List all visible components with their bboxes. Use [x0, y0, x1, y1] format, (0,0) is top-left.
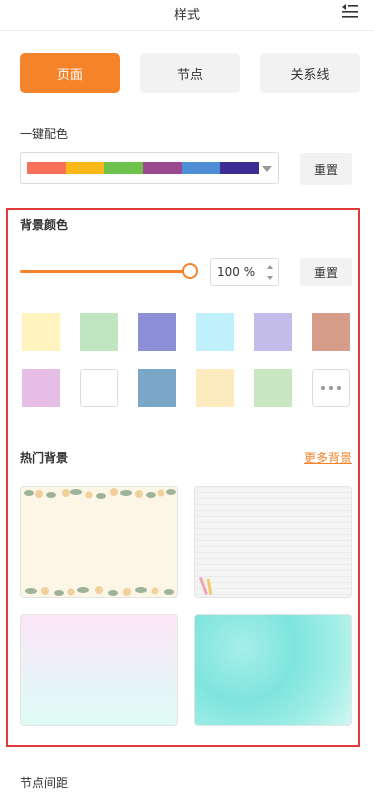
one-click-color-label: 一键配色 — [20, 127, 69, 141]
color-swatch[interactable] — [138, 369, 176, 407]
palette-color-segment — [104, 162, 144, 174]
color-swatch[interactable] — [196, 369, 234, 407]
color-swatch[interactable] — [254, 369, 292, 407]
more-backgrounds-link[interactable]: 更多背景 — [304, 449, 352, 466]
color-swatch[interactable] — [254, 313, 292, 351]
background-color-label: 背景颜色 — [20, 218, 69, 232]
palette-reset-button[interactable]: 重置 — [300, 153, 352, 185]
decrement-icon[interactable] — [267, 276, 273, 280]
color-swatch[interactable] — [80, 313, 118, 351]
background-card-pink-gradient[interactable] — [20, 614, 178, 726]
chevron-down-icon — [262, 166, 272, 172]
tab-relation-line[interactable]: 关系线 — [260, 53, 360, 93]
opacity-slider-track[interactable] — [20, 270, 190, 273]
panel-title: 样式 — [173, 8, 200, 23]
color-swatch[interactable] — [312, 313, 350, 351]
background-card-paper[interactable] — [194, 486, 352, 598]
more-colors-button[interactable] — [312, 369, 350, 407]
palette-color-segment — [65, 162, 105, 174]
background-card-floral[interactable] — [20, 486, 178, 598]
color-swatch[interactable] — [22, 369, 60, 407]
tab-page[interactable]: 页面 — [20, 53, 120, 93]
tab-node[interactable]: 节点 — [140, 53, 240, 93]
palette-select[interactable] — [20, 152, 279, 184]
palette-color-segment — [181, 162, 221, 174]
color-swatch[interactable] — [138, 313, 176, 351]
hot-backgrounds-label: 热门背景 — [20, 451, 69, 465]
color-swatch[interactable] — [196, 313, 234, 351]
increment-icon[interactable] — [267, 265, 273, 269]
palette-color-segment — [220, 162, 260, 174]
collapse-panel-icon[interactable] — [340, 3, 360, 21]
header-divider — [0, 30, 374, 31]
background-card-cyan-watercolor[interactable] — [194, 614, 352, 726]
opacity-value: 100 % — [217, 265, 256, 279]
opacity-input[interactable]: 100 % — [210, 258, 279, 286]
opacity-slider-thumb[interactable] — [182, 263, 198, 279]
palette-color-segment — [143, 162, 182, 174]
palette-preview — [27, 162, 260, 174]
background-reset-button[interactable]: 重置 — [300, 258, 352, 286]
node-spacing-label: 节点间距 — [20, 776, 69, 790]
color-swatch[interactable] — [22, 313, 60, 351]
palette-color-segment — [27, 162, 66, 174]
ellipsis-icon — [321, 386, 325, 390]
color-swatch-white[interactable] — [80, 369, 118, 407]
